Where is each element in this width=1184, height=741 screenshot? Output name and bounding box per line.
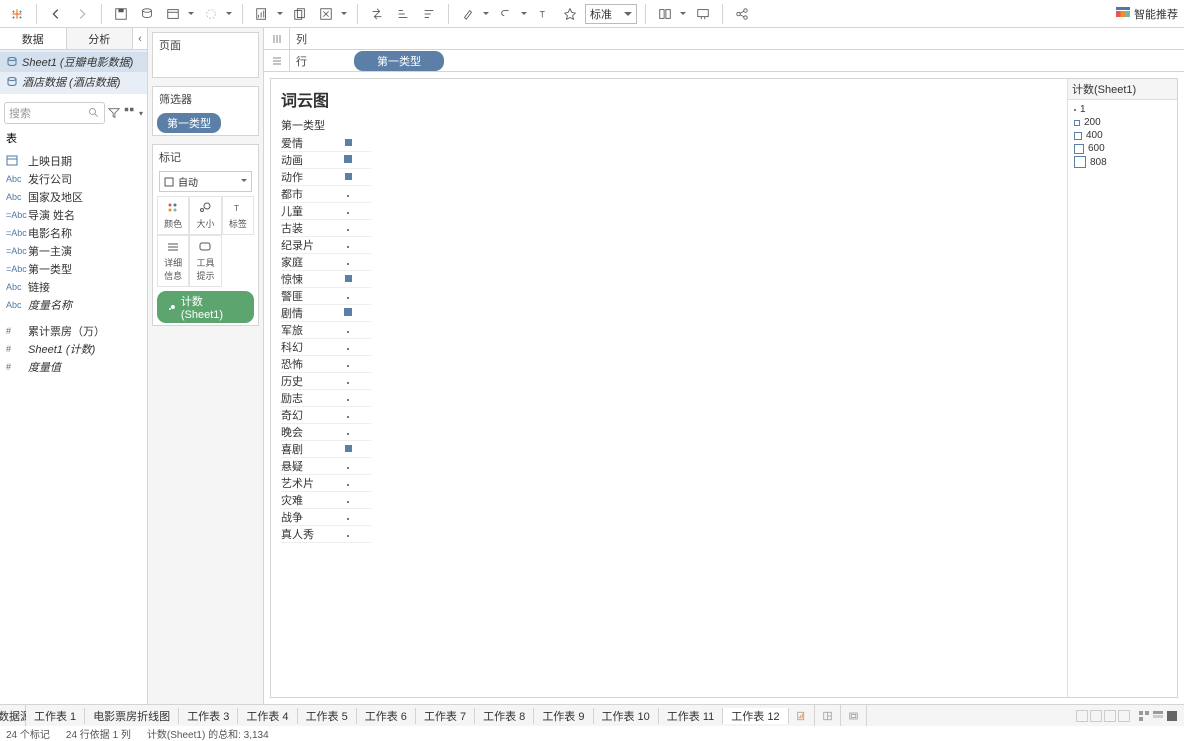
tableau-logo[interactable] xyxy=(6,3,28,25)
legend-item[interactable]: 400 xyxy=(1074,130,1171,141)
marks-detail[interactable]: 详细信息 xyxy=(157,235,189,287)
dimension-field[interactable]: =Abc第一类型 xyxy=(0,260,147,278)
dimension-field[interactable]: Abc发行公司 xyxy=(0,170,147,188)
dimension-field[interactable]: =Abc电影名称 xyxy=(0,224,147,242)
new-sheet-icon[interactable] xyxy=(789,705,815,726)
sheet-tab[interactable]: 工作表 8 xyxy=(475,708,534,724)
share-icon[interactable] xyxy=(731,3,753,25)
highlight-icon[interactable] xyxy=(457,3,479,25)
new-datasource-icon[interactable] xyxy=(136,3,158,25)
new-story-icon[interactable] xyxy=(841,705,867,726)
toolbar: T 标准 智能推荐 xyxy=(0,0,1184,28)
forward-icon[interactable] xyxy=(71,3,93,25)
sheet-tab[interactable]: 工作表 9 xyxy=(534,708,593,724)
columns-shelf[interactable]: 列 xyxy=(264,28,1184,50)
dimension-field[interactable]: Abc链接 xyxy=(0,278,147,296)
sheet-tab[interactable]: 工作表 1 xyxy=(26,708,85,724)
fit-dropdown[interactable]: 标准 xyxy=(585,4,637,24)
sheet-tab[interactable]: 工作表 4 xyxy=(238,708,297,724)
marks-color[interactable]: 颜色 xyxy=(157,196,189,235)
search-input[interactable]: 搜索 xyxy=(4,102,105,124)
measure-field[interactable]: #Sheet1 (计数) xyxy=(0,340,147,358)
clear-icon[interactable] xyxy=(315,3,337,25)
marks-size[interactable]: 大小 xyxy=(189,196,221,235)
datasource-item[interactable]: 酒店数据 (酒店数据) xyxy=(0,72,147,92)
svg-text:T: T xyxy=(540,9,546,19)
row-pill[interactable]: 第一类型 xyxy=(354,51,444,71)
datasource-item[interactable]: Sheet1 (豆瓣电影数据) xyxy=(0,52,147,72)
legend-item[interactable]: 1 xyxy=(1074,104,1171,115)
chart-view[interactable]: 第一类型爱情动画动作都市儿童古装纪录片家庭惊悚警匪剧情军旅科幻恐怖历史励志奇幻晚… xyxy=(281,117,371,543)
duplicate-icon[interactable] xyxy=(289,3,311,25)
collapse-pane-icon[interactable]: ‹ xyxy=(133,28,147,49)
show-cards-icon[interactable] xyxy=(654,3,676,25)
cards-pane: 页面 筛选器 第一类型 标记 自动 颜色大小T标签详细信息工具提示 计数(She… xyxy=(148,28,264,704)
filter-icon[interactable] xyxy=(107,106,121,120)
analytics-tab[interactable]: 分析 xyxy=(67,28,134,49)
data-tab[interactable]: 数据 xyxy=(0,28,67,49)
dimension-field[interactable]: Abc度量名称 xyxy=(0,296,147,314)
sheet-tab[interactable]: 工作表 7 xyxy=(416,708,475,724)
presentation-icon[interactable] xyxy=(692,3,714,25)
filter-pill[interactable]: 第一类型 xyxy=(157,113,221,133)
marks-tooltip[interactable]: 工具提示 xyxy=(189,235,221,287)
rows-shelf[interactable]: 行 第一类型 xyxy=(264,50,1184,72)
mark-type-dropdown[interactable]: 自动 xyxy=(159,171,252,192)
swap-icon[interactable] xyxy=(366,3,388,25)
sheet-tab[interactable]: 工作表 6 xyxy=(357,708,416,724)
datasource-tab[interactable]: 数据源 xyxy=(0,705,26,726)
size-pill[interactable]: 计数(Sheet1) xyxy=(157,291,254,323)
dimension-field[interactable]: Abc国家及地区 xyxy=(0,188,147,206)
sheet-tab[interactable]: 工作表 12 xyxy=(723,708,788,724)
view-options-icon[interactable] xyxy=(123,106,137,120)
pin-icon[interactable] xyxy=(559,3,581,25)
back-icon[interactable] xyxy=(45,3,67,25)
legend-item[interactable]: 808 xyxy=(1074,156,1171,168)
svg-text:T: T xyxy=(234,204,239,213)
size-legend[interactable]: 计数(Sheet1) 1200400600808 xyxy=(1067,79,1177,697)
pages-shelf[interactable]: 页面 xyxy=(152,32,259,78)
legend-item[interactable]: 600 xyxy=(1074,143,1171,154)
sort-desc-icon[interactable] xyxy=(418,3,440,25)
sheet-tab[interactable]: 工作表 10 xyxy=(594,708,659,724)
filters-shelf[interactable]: 筛选器 第一类型 xyxy=(152,86,259,136)
auto-update-icon[interactable] xyxy=(162,3,184,25)
sheet-tab[interactable]: 工作表 3 xyxy=(179,708,238,724)
worksheet-area: 列 行 第一类型 词云图 第一类型爱情动画动作都市儿童古装纪录片家庭惊悚警匪剧情… xyxy=(264,28,1184,704)
save-icon[interactable] xyxy=(110,3,132,25)
new-worksheet-icon[interactable] xyxy=(251,3,273,25)
search-icon xyxy=(88,107,100,119)
marks-card: 标记 自动 颜色大小T标签详细信息工具提示 计数(Sheet1) xyxy=(152,144,259,326)
viz-title[interactable]: 词云图 xyxy=(281,87,1057,111)
status-bar: 24 个标记 24 行依据 1 列 计数(Sheet1) 的总和: 3,134 xyxy=(0,726,1184,740)
sheet-tab[interactable]: 工作表 5 xyxy=(298,708,357,724)
attach-icon[interactable] xyxy=(495,3,517,25)
show-me-button[interactable]: 智能推荐 xyxy=(1116,6,1178,22)
dimension-field[interactable]: =Abc第一主演 xyxy=(0,242,147,260)
measure-field[interactable]: #累计票房（万） xyxy=(0,322,147,340)
sheet-tab[interactable]: 工作表 11 xyxy=(659,708,723,724)
sheet-tab[interactable]: 电影票房折线图 xyxy=(85,708,179,724)
data-pane: 数据 分析 ‹ Sheet1 (豆瓣电影数据)酒店数据 (酒店数据) 搜索 ▾ … xyxy=(0,28,148,704)
sort-asc-icon[interactable] xyxy=(392,3,414,25)
sheet-tabs-bar: 数据源 工作表 1电影票房折线图工作表 3工作表 4工作表 5工作表 6工作表 … xyxy=(0,704,1184,726)
dimension-field[interactable]: 上映日期 xyxy=(0,152,147,170)
refresh-icon[interactable] xyxy=(200,3,222,25)
marks-label[interactable]: T标签 xyxy=(222,196,254,235)
label-toggle-icon[interactable]: T xyxy=(533,3,555,25)
new-dashboard-icon[interactable] xyxy=(815,705,841,726)
show-me-icon xyxy=(1116,7,1130,21)
measure-field[interactable]: #度量值 xyxy=(0,358,147,376)
dimension-field[interactable]: =Abc导演 姓名 xyxy=(0,206,147,224)
tables-label: 表 xyxy=(0,126,147,150)
legend-item[interactable]: 200 xyxy=(1074,117,1171,128)
tab-nav[interactable] xyxy=(1070,710,1184,722)
